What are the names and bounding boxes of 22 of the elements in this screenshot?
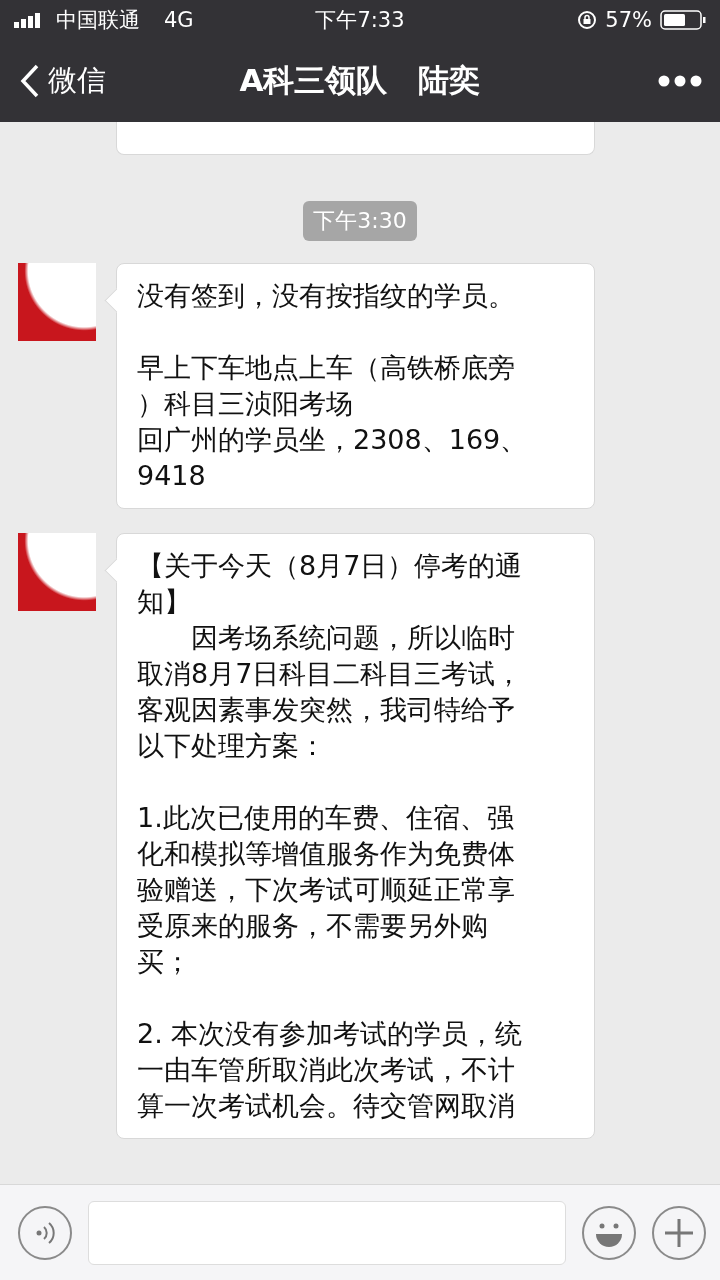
- network-type: 4G: [164, 8, 194, 32]
- chat-title: A科三领队 陆奕: [239, 61, 481, 100]
- plus-button[interactable]: [652, 1205, 706, 1260]
- status-time: 下午7:33: [315, 7, 405, 34]
- battery-icon: [660, 10, 706, 30]
- voice-icon: [34, 1219, 56, 1246]
- message-text: 没有签到，没有按指纹的学员。: [137, 279, 516, 313]
- message-text: 【关于今天（8月7日）停考的通 知】 因考场系统问题，所以临时 取消8月7日科目二科目三考试， 客观因素事发突然，我司特给予 以下处理方案：: [137, 549, 524, 763]
- back-button[interactable]: 微信: [20, 61, 106, 101]
- carrier-name: 中国联通: [56, 7, 140, 34]
- message-text: 1.此次已使用的车费、住宿、强 化和模拟等增值服务作为免费体 验赠送，下次考试可顺延正常享 受原来的服务，不需要另外购 买；: [137, 801, 516, 979]
- message-text: 2. 本次没有参加考试的学员，统 一由车管所取消此次考试，不计 算一次考试机会。待交管网取消: [137, 1017, 524, 1123]
- chevron-left-icon: [20, 64, 40, 98]
- message-text: 早上下车地点上车（高铁桥底旁 ）科目三浈阳考场 回广州的学员坐，2308、169、 9418: [137, 351, 529, 493]
- timestamp: 下午3:30: [303, 201, 417, 241]
- voice-button[interactable]: [18, 1205, 72, 1260]
- rotation-lock-icon: [577, 10, 598, 30]
- message-input[interactable]: [88, 1200, 566, 1265]
- more-icon: [658, 75, 702, 87]
- emoji-button[interactable]: [582, 1205, 636, 1260]
- plus-icon: [664, 1217, 694, 1248]
- battery-percent: 57%: [605, 8, 652, 32]
